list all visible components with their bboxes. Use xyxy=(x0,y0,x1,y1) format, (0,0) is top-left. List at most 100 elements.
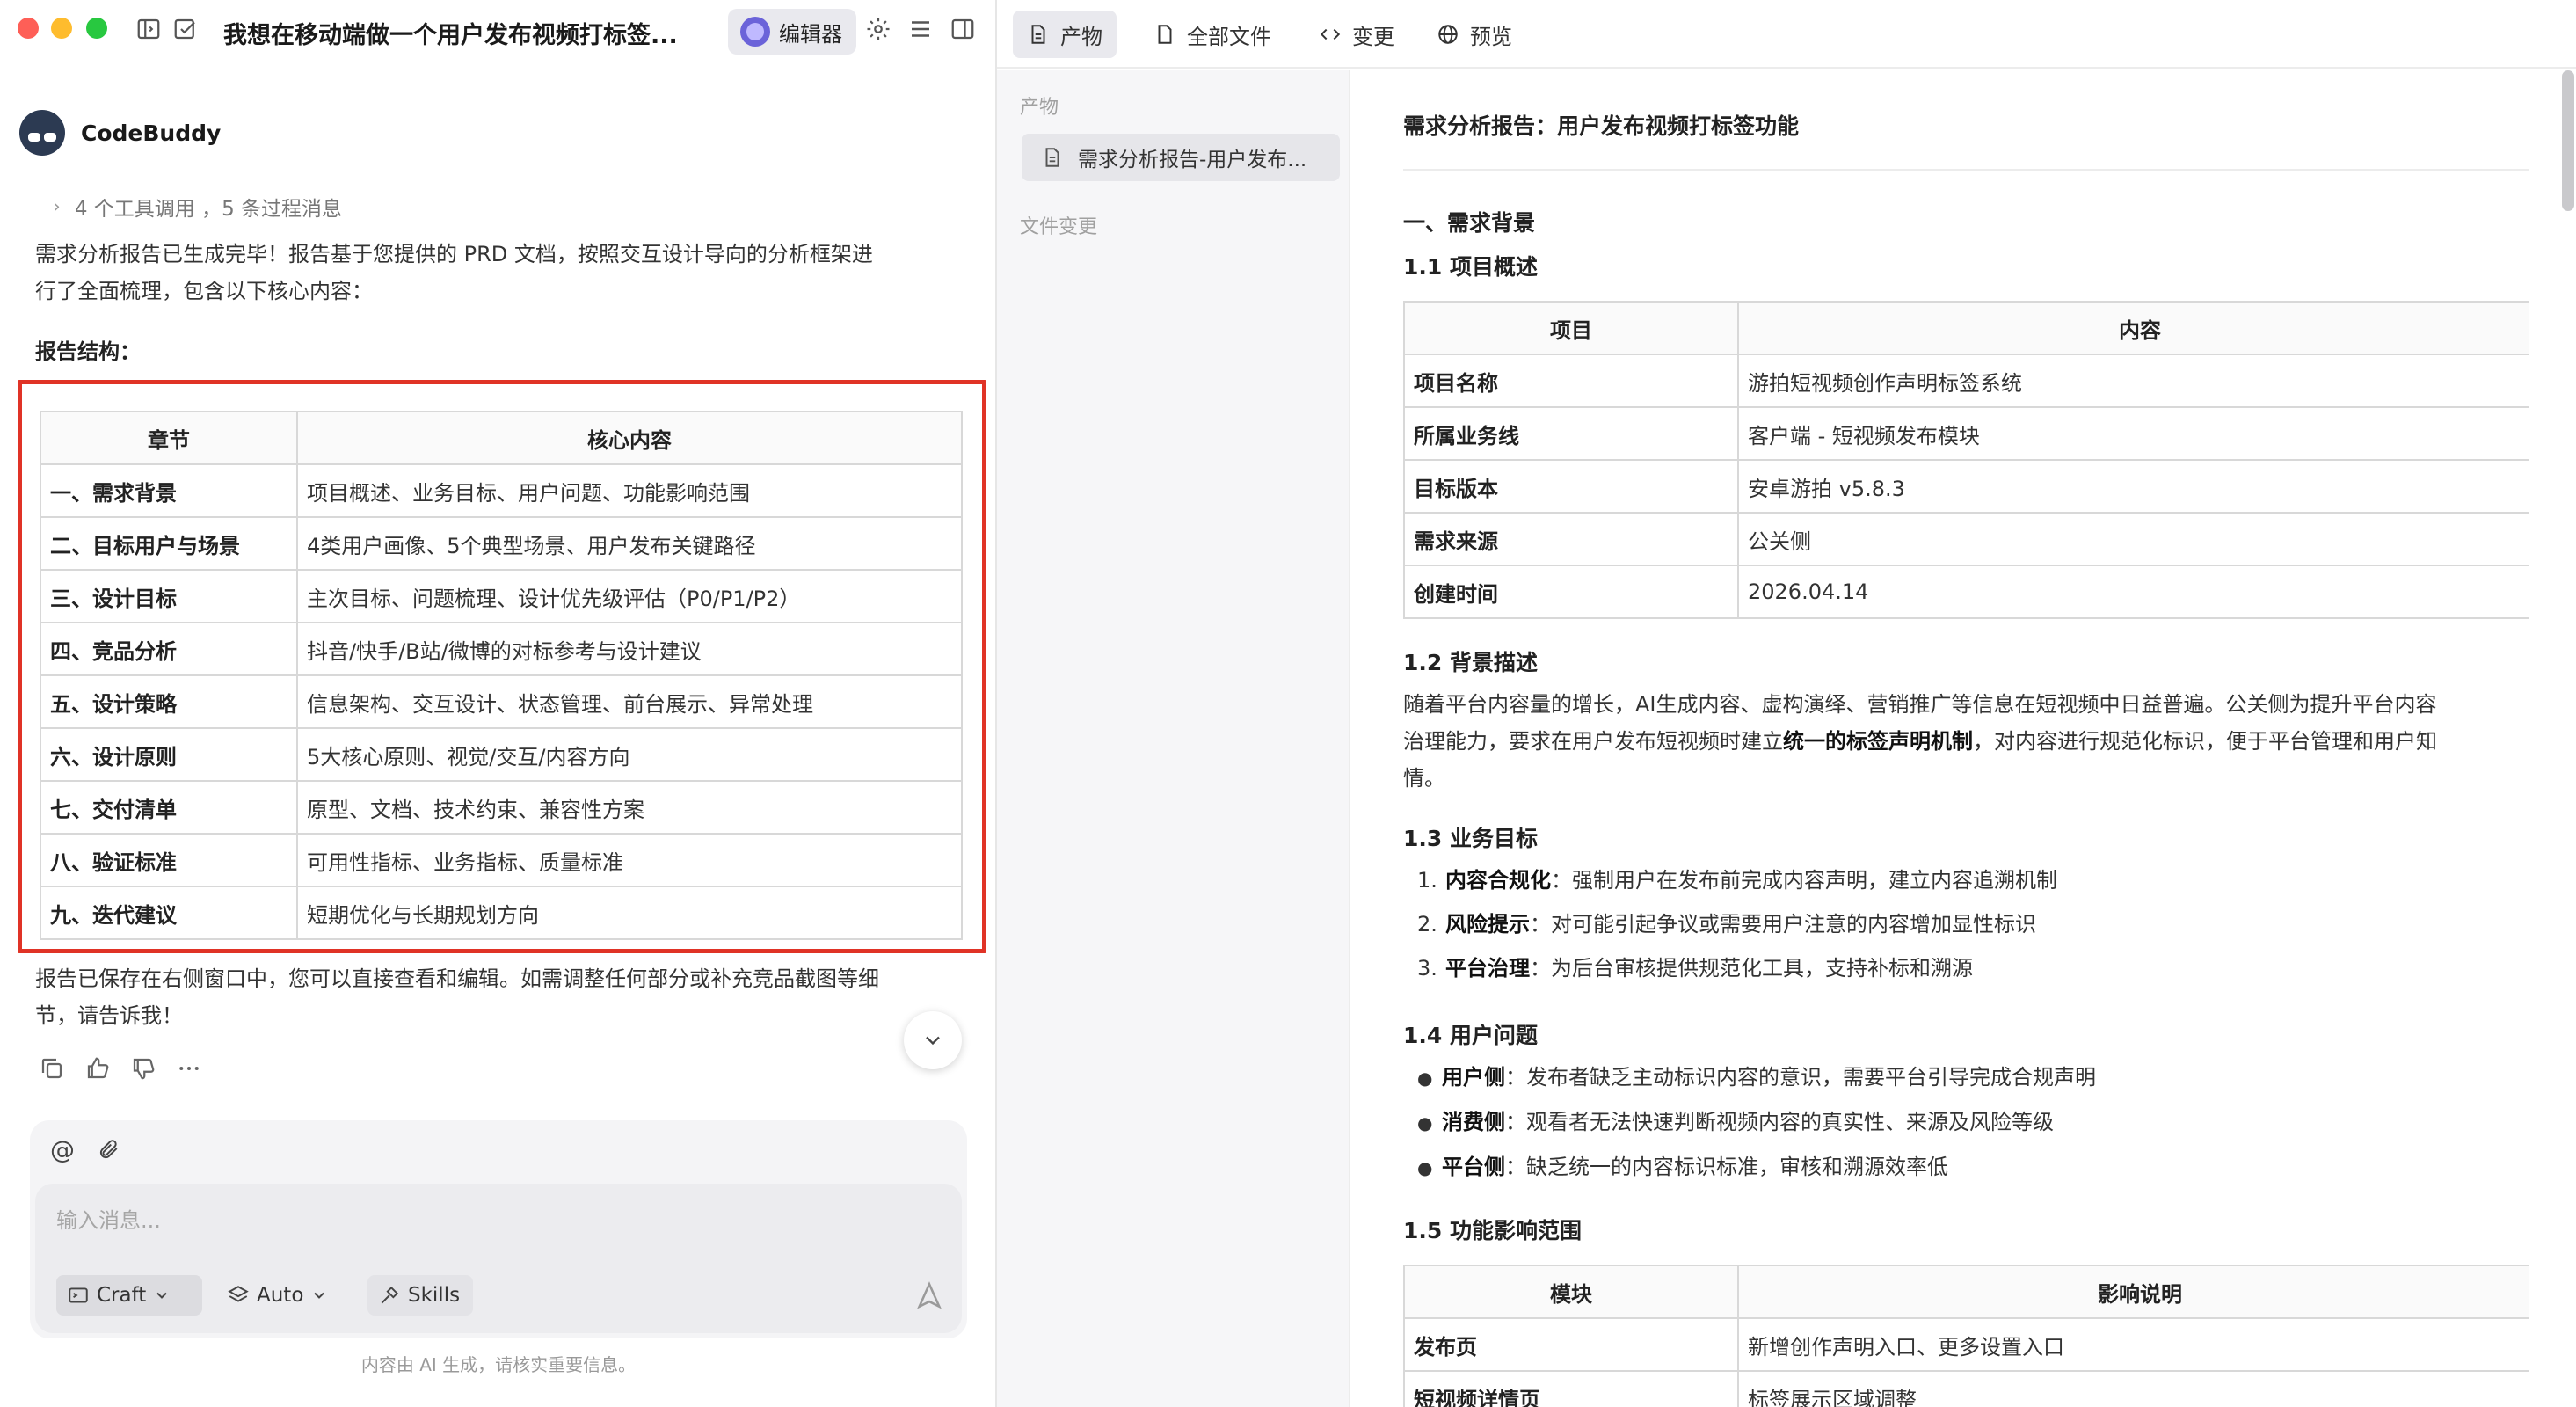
list-item: ● 消费侧：观看者无法快速判断视频内容的真实性、来源及风险等级 xyxy=(1417,1100,2096,1145)
send-button[interactable] xyxy=(914,1280,944,1310)
table-cell: 短期优化与长期规划方向 xyxy=(296,886,963,940)
table-header-cell: 项目 xyxy=(1403,301,1739,355)
tab-artifacts[interactable]: 产物 xyxy=(1013,11,1117,58)
table-cell: 抖音/快手/B站/微博的对标参考与设计建议 xyxy=(296,622,963,676)
file-icon xyxy=(1158,25,1172,44)
table-cell: 安卓游拍 v5.8.3 xyxy=(1737,459,2529,514)
table-row: 四、竞品分析 抖音/快手/B站/微博的对标参考与设计建议 xyxy=(40,622,963,676)
problems-list: ● 用户侧：发布者缺乏主动标识内容的意识，需要平台引导完成合规声明 ● 消费侧：观看… xyxy=(1417,1055,2096,1190)
list-item-text: ：为后台审核提供规范化工具，支持补标和溯源 xyxy=(1530,956,1973,981)
table-header-cell: 核心内容 xyxy=(296,411,963,465)
table-cell: 可用性指标、业务指标、质量标准 xyxy=(296,833,963,887)
subsection-heading: 1.5 功能影响范围 xyxy=(1403,1218,1582,1243)
editor-button[interactable]: 编辑器 xyxy=(728,9,856,55)
document-icon xyxy=(1045,148,1059,167)
table-cell: 九、迭代建议 xyxy=(40,886,298,940)
list-item-bold: 内容合规化 xyxy=(1445,868,1551,893)
table-cell: 新增创作声明入口、更多设置入口 xyxy=(1737,1317,2529,1372)
tab-changes[interactable]: 变更 xyxy=(1305,11,1408,58)
mode-select-craft[interactable]: Craft xyxy=(56,1275,202,1316)
sidebar-toggle-icon[interactable] xyxy=(135,16,162,42)
overview-table: 项目 内容 项目名称 游拍短视频创作声明标签系统 所属业务线 客户端 - 短视频发布… xyxy=(1403,301,2529,619)
table-row: 短视频详情页 标签展示区域调整 xyxy=(1403,1370,2529,1407)
subsection-heading: 1.1 项目概述 xyxy=(1403,254,1538,280)
subsection-heading: 1.4 用户问题 xyxy=(1403,1023,1538,1048)
tab-all-files[interactable]: 全部文件 xyxy=(1139,11,1285,58)
copy-icon[interactable] xyxy=(39,1055,65,1082)
artifact-file-item[interactable]: 需求分析报告-用户发布... xyxy=(1022,134,1340,181)
thumbs-down-icon[interactable] xyxy=(130,1055,156,1082)
table-cell: 创建时间 xyxy=(1403,565,1739,619)
list-item-bold: 平台侧 xyxy=(1442,1155,1505,1179)
table-cell: 四、竞品分析 xyxy=(40,622,298,676)
table-cell: 4类用户画像、5个典型场景、用户发布关键路径 xyxy=(296,516,963,571)
list-item-text: ：对可能引起争议或需要用户注意的内容增加显性标识 xyxy=(1530,912,2036,937)
file-changes-section-label: 文件变更 xyxy=(1020,216,1098,238)
message-input[interactable] xyxy=(56,1203,935,1238)
table-row: 九、迭代建议 短期优化与长期规划方向 xyxy=(40,886,963,940)
bullet-icon: ● xyxy=(1417,1157,1433,1178)
skills-button[interactable]: Skills xyxy=(367,1275,473,1316)
more-icon[interactable] xyxy=(176,1055,202,1082)
list-item-text: ：强制用户在发布前完成内容声明，建立内容追溯机制 xyxy=(1551,868,2057,893)
window-title: 我想在移动端做一个用户发布视频打标签... xyxy=(223,22,678,47)
table-header-row: 模块 影响说明 xyxy=(1403,1265,2529,1319)
mention-icon[interactable]: @ xyxy=(49,1135,76,1164)
chevron-down-icon xyxy=(314,1292,325,1299)
close-window-button[interactable] xyxy=(18,18,39,39)
skills-label: Skills xyxy=(408,1284,461,1307)
list-item: ● 平台侧：缺乏统一的内容标识标准，审核和溯源效率低 xyxy=(1417,1145,2096,1190)
table-cell: 六、设计原则 xyxy=(40,727,298,782)
list-item-text: ：发布者缺乏主动标识内容的意识，需要平台引导完成合规声明 xyxy=(1505,1065,2096,1090)
composer-tools: @ xyxy=(49,1135,121,1164)
intro-line-1: 需求分析报告已生成完毕！报告基于您提供的 PRD 文档，按照交互设计导向的分析框… xyxy=(35,242,873,266)
paragraph-line: 随着平台内容量的增长，AI生成内容、虚构演绎、营销推广等信息在短视频中日益普遍。… xyxy=(1403,692,2437,717)
table-row: 创建时间 2026.04.14 xyxy=(1403,565,2529,619)
tab-preview[interactable]: 预览 xyxy=(1423,11,1526,58)
maximize-window-button[interactable] xyxy=(86,18,107,39)
subsection-heading: 1.2 背景描述 xyxy=(1403,650,1538,675)
report-structure-table: 章节 核心内容 一、需求背景 项目概述、业务目标、用户问题、功能影响范围 二、目标… xyxy=(40,411,963,940)
paperclip-icon[interactable] xyxy=(95,1136,121,1163)
list-item-bold: 用户侧 xyxy=(1442,1065,1505,1090)
table-cell: 五、设计策略 xyxy=(40,674,298,729)
document-scrollbar[interactable] xyxy=(2562,70,2574,211)
menu-list-icon[interactable] xyxy=(907,16,934,42)
minimize-window-button[interactable] xyxy=(51,18,72,39)
text-run: ，对内容进行规范化标识，便于平台管理和用户知 xyxy=(1973,729,2437,754)
app-window: 我想在移动端做一个用户发布视频打标签... 编辑器 CodeBuddy › 4 … xyxy=(0,0,2576,1407)
artifact-file-name: 需求分析报告-用户发布... xyxy=(1078,149,1307,171)
list-item: 2. 风险提示：对可能引起争议或需要用户注意的内容增加显性标识 xyxy=(1417,902,2057,946)
agent-avatar xyxy=(19,110,65,156)
thumbs-up-icon[interactable] xyxy=(84,1055,111,1082)
section-heading: 一、需求背景 xyxy=(1403,210,1536,236)
table-row: 七、交付清单 原型、文档、技术约束、兼容性方案 xyxy=(40,780,963,835)
scroll-to-bottom-button[interactable] xyxy=(904,1011,962,1069)
new-chat-icon[interactable] xyxy=(172,16,199,42)
auto-label: Auto xyxy=(257,1284,304,1307)
tool-calls-toggle[interactable]: › 4 个工具调用 ，5 条过程消息 xyxy=(53,192,342,222)
agent-name: CodeBuddy xyxy=(81,120,222,146)
table-cell: 信息架构、交互设计、状态管理、前台展示、异常处理 xyxy=(296,674,963,729)
gear-icon[interactable] xyxy=(865,16,891,42)
list-item-bold: 消费侧 xyxy=(1442,1110,1505,1134)
model-select-auto[interactable]: Auto xyxy=(216,1275,364,1316)
chevron-right-icon: › xyxy=(53,195,61,218)
list-item: 3. 平台治理：为后台审核提供规范化工具，支持补标和溯源 xyxy=(1417,946,2057,990)
table-cell: 三、设计目标 xyxy=(40,569,298,623)
chevron-down-icon xyxy=(926,1036,940,1046)
bold-text-run: 统一的标签声明机制 xyxy=(1783,729,1973,754)
split-panel-icon[interactable] xyxy=(950,16,976,42)
table-cell: 八、验证标准 xyxy=(40,833,298,887)
paragraph-line: 情。 xyxy=(1403,766,1445,791)
table-cell: 公关侧 xyxy=(1737,512,2529,566)
subsection-heading: 1.3 业务目标 xyxy=(1403,826,1538,851)
table-cell: 主次目标、问题梳理、设计优先级评估（P0/P1/P2） xyxy=(296,569,963,623)
title-divider xyxy=(1403,169,2529,171)
table-row: 需求来源 公关侧 xyxy=(1403,512,2529,566)
intro-line-2: 行了全面梳理，包含以下核心内容： xyxy=(35,279,373,303)
table-cell: 二、目标用户与场景 xyxy=(40,516,298,571)
document-title: 需求分析报告：用户发布视频打标签功能 xyxy=(1403,113,1800,139)
message-input-box: Craft Auto Skills xyxy=(35,1184,962,1333)
editor-logo-icon xyxy=(740,17,770,47)
